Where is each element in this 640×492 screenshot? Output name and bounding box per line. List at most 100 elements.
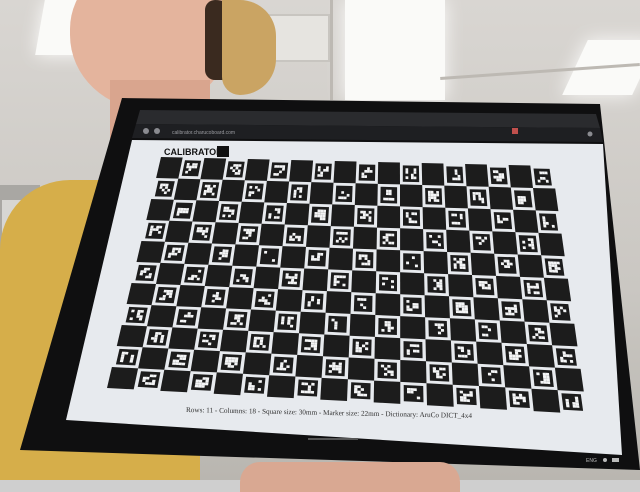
marker-bit — [507, 307, 512, 310]
marker-bit — [520, 198, 524, 202]
marker-bit — [512, 398, 517, 402]
marker-bit — [385, 277, 389, 280]
board-square — [400, 316, 426, 340]
marker-bit — [542, 216, 546, 220]
board-square — [284, 203, 310, 226]
marker-bit — [204, 235, 208, 238]
marker-bit — [464, 354, 468, 358]
marker-bit — [478, 197, 482, 201]
marker-bit — [565, 401, 570, 405]
marker-bit — [159, 340, 164, 343]
marker-bit — [364, 175, 367, 178]
marker-bit — [364, 262, 368, 266]
marker-bit — [358, 257, 362, 260]
marker-bit — [478, 280, 482, 284]
browser-extension-icon[interactable] — [512, 128, 518, 134]
browser-url[interactable]: calibrator.charucoboard.com — [172, 130, 235, 136]
marker-bit — [433, 199, 437, 202]
marker-bit — [144, 382, 149, 385]
marker-bit — [428, 198, 431, 202]
marker-bit — [498, 173, 502, 176]
marker-bit — [211, 299, 215, 303]
marker-bit — [506, 259, 510, 263]
marker-bit — [276, 216, 280, 219]
marker-bit — [311, 339, 315, 343]
marker-bit — [177, 207, 181, 211]
marker-bit — [222, 252, 226, 255]
marker-bit — [228, 209, 232, 213]
marker-bit — [520, 201, 524, 205]
home-indicator — [308, 438, 358, 440]
marker-bit — [460, 398, 464, 402]
marker-bit — [319, 214, 323, 218]
board-square — [499, 320, 527, 344]
marker-bit — [575, 399, 579, 403]
marker-bit — [314, 214, 318, 218]
marker-bit — [260, 337, 264, 340]
marker-bit — [248, 382, 252, 385]
marker-bit — [565, 354, 570, 358]
marker-bit — [176, 354, 181, 358]
browser-menu-icon[interactable] — [587, 131, 593, 137]
marker-bit — [387, 321, 391, 324]
marker-bit — [289, 324, 294, 328]
marker-bit — [231, 357, 236, 360]
marker-bit — [454, 172, 458, 175]
marker-bit — [412, 303, 416, 306]
marker-bit — [169, 290, 174, 293]
marker-bit — [261, 296, 265, 300]
marker-bit — [413, 168, 417, 172]
marker-bit — [136, 312, 141, 316]
marker-bit — [304, 382, 309, 386]
marker-bit — [430, 193, 434, 197]
marker-bit — [560, 359, 564, 363]
marker-bit — [212, 294, 216, 298]
marker-bit — [185, 170, 189, 174]
marker-bit — [368, 216, 372, 220]
marker-bit — [153, 337, 158, 340]
marker-bit — [277, 210, 281, 214]
marker-bit — [317, 212, 321, 215]
marker-bit — [437, 326, 441, 329]
marker-bit — [317, 174, 321, 177]
marker-bit — [442, 367, 446, 371]
marker-bit — [190, 314, 194, 318]
marker-bit — [481, 325, 485, 329]
marker-bit — [335, 367, 339, 371]
board-square — [538, 232, 565, 257]
board-square — [330, 204, 355, 227]
marker-bit — [163, 289, 168, 293]
marker-bit — [416, 396, 421, 400]
browser-reload-icon[interactable] — [154, 128, 160, 134]
marker-bit — [459, 258, 463, 261]
board-square — [478, 386, 507, 410]
board-square — [351, 270, 377, 294]
marker-bit — [458, 302, 462, 306]
marker-bit — [478, 194, 482, 198]
marker-bit — [310, 390, 315, 394]
marker-bit — [461, 307, 465, 311]
marker-bit — [466, 393, 470, 397]
marker-bit — [240, 314, 244, 318]
marker-bit — [166, 292, 170, 296]
marker-bit — [363, 393, 368, 397]
browser-back-icon[interactable] — [143, 128, 149, 134]
marker-bit — [162, 297, 166, 301]
marker-bit — [459, 216, 463, 220]
marker-bit — [497, 220, 501, 224]
marker-bit — [320, 209, 324, 213]
marker-bit — [339, 275, 343, 279]
marker-bit — [245, 231, 249, 235]
marker-bit — [249, 185, 253, 189]
board-square — [116, 325, 147, 348]
marker-bit — [457, 354, 462, 358]
marker-bit — [151, 382, 156, 386]
marker-bit — [280, 362, 284, 366]
marker-bit — [242, 274, 247, 277]
board-square — [264, 180, 290, 203]
board-square — [374, 336, 401, 360]
board-square — [204, 264, 233, 288]
marker-bit — [548, 264, 552, 267]
board-square — [309, 182, 334, 205]
marker-bit — [406, 300, 410, 303]
